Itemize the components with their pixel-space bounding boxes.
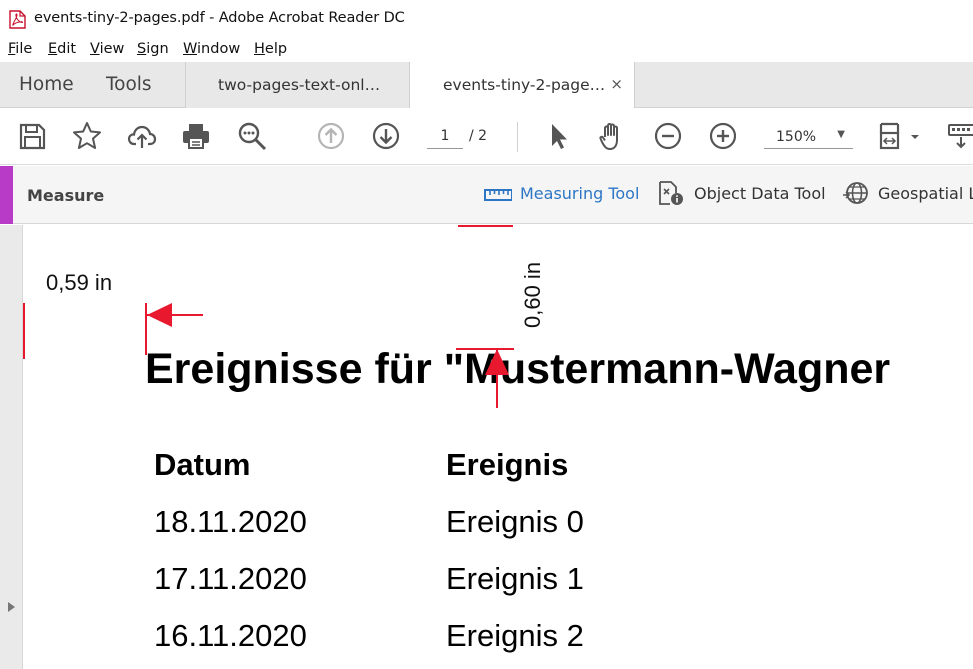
select-pointer-icon[interactable]	[543, 121, 573, 151]
menu-view[interactable]: View	[90, 41, 124, 57]
menu-bar: File Edit View Sign Window Help	[0, 38, 973, 62]
print-icon[interactable]	[181, 121, 211, 151]
pdf-file-icon	[9, 10, 26, 29]
horizontal-measurement-label[interactable]: 0,59 in	[46, 270, 112, 296]
tools-tab[interactable]: Tools	[106, 74, 152, 95]
table-cell-date: 17.11.2020	[154, 561, 307, 596]
left-panel-gutter[interactable]	[0, 225, 23, 669]
bookmark-star-icon[interactable]	[72, 121, 102, 151]
zoom-in-icon[interactable]	[708, 121, 738, 151]
hand-tool-icon[interactable]	[597, 121, 627, 151]
upload-cloud-icon[interactable]	[127, 121, 157, 151]
object-data-icon	[659, 181, 683, 205]
home-tab[interactable]: Home	[19, 74, 74, 95]
fit-page-icon[interactable]	[876, 121, 924, 151]
table-cell-event: Ereignis 1	[446, 561, 584, 596]
table-header-datum: Datum	[154, 447, 251, 482]
zoom-select[interactable]: 150% ▼	[764, 125, 853, 149]
menu-file[interactable]: File	[8, 41, 32, 57]
page-total: / 2	[469, 128, 488, 144]
tab-bar: Home Tools two-pages-text-onl… events-ti…	[0, 62, 973, 109]
measuring-tool-label: Measuring Tool	[520, 184, 640, 203]
table-cell-date: 16.11.2020	[154, 618, 307, 653]
find-text-icon[interactable]	[237, 121, 267, 151]
table-cell-event: Ereignis 0	[446, 504, 584, 539]
globe-icon	[843, 182, 868, 204]
zoom-value: 150%	[776, 129, 817, 145]
document-tab-label: events-tiny-2-page…	[443, 76, 606, 94]
table-cell-date: 18.11.2020	[154, 504, 307, 539]
document-tab-events[interactable]: events-tiny-2-page… ×	[410, 62, 635, 109]
toolbar-divider	[517, 122, 518, 152]
main-toolbar: 1 / 2 150% ▼	[0, 108, 973, 165]
document-viewport[interactable]: 0,59 in 0,60 in Ereignisse für "Musterma…	[0, 225, 973, 669]
zoom-out-icon[interactable]	[653, 121, 683, 151]
title-bar: events-tiny-2-pages.pdf - Adobe Acrobat …	[0, 0, 973, 38]
menu-window[interactable]: Window	[183, 41, 240, 57]
menu-sign[interactable]: Sign	[137, 41, 169, 57]
document-heading: Ereignisse für "Mustermann-Wagner	[145, 345, 891, 393]
document-tab-label: two-pages-text-onl…	[218, 76, 381, 94]
close-tab-icon[interactable]: ×	[610, 75, 623, 93]
keyboard-icon[interactable]	[946, 121, 973, 151]
object-data-tool-label: Object Data Tool	[694, 184, 826, 203]
menu-help[interactable]: Help	[254, 41, 287, 57]
table-cell-event: Ereignis 2	[446, 618, 584, 653]
measure-toolbar: Measure Measuring Tool Object Data Tool …	[0, 166, 973, 224]
ruler-icon	[484, 189, 512, 201]
window-title: events-tiny-2-pages.pdf - Adobe Acrobat …	[34, 10, 405, 26]
measure-accent-bar	[0, 166, 13, 224]
document-tab-two-pages[interactable]: two-pages-text-onl…	[185, 62, 410, 108]
vertical-measurement-label[interactable]: 0,60 in	[520, 262, 546, 328]
chevron-down-icon: ▼	[837, 129, 845, 140]
measure-title: Measure	[27, 186, 105, 205]
previous-page-icon[interactable]	[316, 121, 346, 151]
next-page-icon[interactable]	[371, 121, 401, 151]
save-icon[interactable]	[17, 121, 47, 151]
geospatial-tool-label: Geospatial Lo	[878, 184, 973, 203]
table-header-ereignis: Ereignis	[446, 447, 569, 482]
page-number-input[interactable]: 1	[427, 125, 463, 149]
menu-edit[interactable]: Edit	[48, 41, 76, 57]
expand-panel-icon[interactable]	[8, 602, 15, 612]
